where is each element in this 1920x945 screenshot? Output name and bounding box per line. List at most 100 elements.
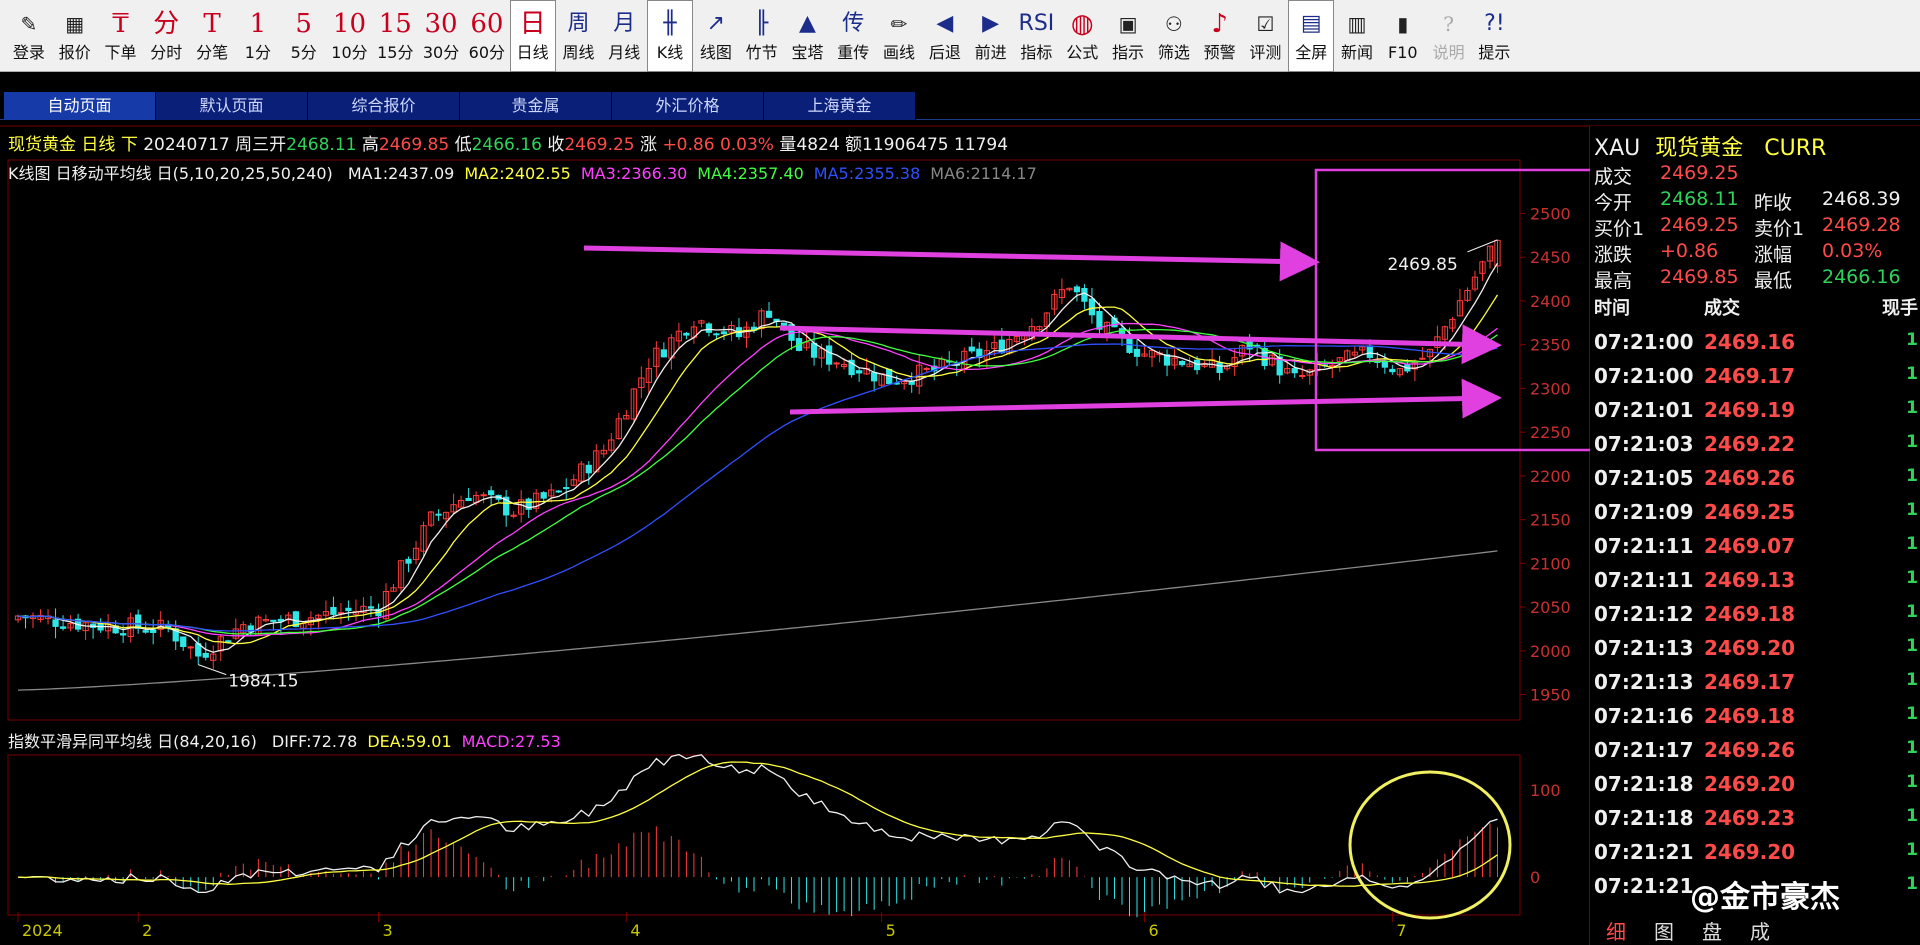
tick-price: 2469.16 bbox=[1704, 330, 1796, 354]
candle-body bbox=[1291, 368, 1298, 374]
ma-item-3: MA4:2357.40 bbox=[697, 164, 804, 183]
tick-price: 2469.07 bbox=[1704, 534, 1796, 558]
ma-legend: K线图 日移动平均线 日(5,10,20,25,50,240) MA1:2437… bbox=[8, 160, 1037, 184]
macd-item-2: MACD:27.53 bbox=[461, 732, 561, 751]
bottom-tab-3[interactable]: 成 bbox=[1750, 916, 1770, 945]
tick-volume: 1 bbox=[1906, 432, 1918, 452]
macd-title: 指数平滑异同平均线 日(84,20,16) bbox=[8, 732, 257, 751]
candle-body bbox=[1381, 361, 1388, 368]
tick-price: 2469.17 bbox=[1704, 364, 1796, 388]
volume-value: 4824 bbox=[796, 135, 840, 155]
candle-body bbox=[135, 614, 142, 629]
tick-header-price: 成交 bbox=[1704, 298, 1740, 319]
x-tick-label: 2 bbox=[142, 921, 152, 940]
ma-item-1: MA2:2402.55 bbox=[464, 164, 571, 183]
quote-panel: XAU 现货黄金 CURR 成交 2469.25 今开 2468.11 昨收 2468.3… bbox=[1590, 126, 1920, 945]
ma-item-0: MA1:2437.09 bbox=[347, 164, 455, 183]
tick-volume: 1 bbox=[1906, 840, 1918, 860]
tick-time: 07:21:17 bbox=[1594, 738, 1694, 762]
candle-body bbox=[345, 607, 352, 612]
tick-time: 07:21:00 bbox=[1594, 364, 1694, 388]
candle-body bbox=[1088, 298, 1096, 316]
y-tick-label: 2150 bbox=[1530, 511, 1571, 530]
x-tick-label: 2024 bbox=[22, 921, 63, 940]
period-label: 日线 bbox=[81, 135, 116, 155]
tick-price: 2469.13 bbox=[1704, 568, 1796, 592]
open-value: 2468.11 bbox=[286, 135, 357, 155]
quote-value: +0.86 bbox=[1660, 240, 1719, 262]
tick-volume: 1 bbox=[1906, 772, 1918, 792]
quote-label: 涨跌 bbox=[1594, 244, 1633, 266]
ma-line-4 bbox=[17, 328, 1498, 635]
tick-time: 07:21:13 bbox=[1594, 670, 1694, 694]
bottom-tab-2[interactable]: 盘 bbox=[1702, 916, 1722, 945]
candle-body bbox=[1081, 288, 1088, 302]
candle-body bbox=[367, 606, 375, 609]
candle-body bbox=[1073, 286, 1081, 293]
bottom-tab-1[interactable]: 图 bbox=[1654, 916, 1674, 945]
quote-label: 最低 bbox=[1754, 270, 1793, 292]
candle-body bbox=[142, 630, 149, 633]
tick-price: 2469.20 bbox=[1704, 840, 1796, 864]
ma-line-1 bbox=[17, 262, 1499, 653]
tick-volume: 1 bbox=[1906, 636, 1918, 656]
quote-value: 0.03% bbox=[1822, 240, 1883, 262]
quote-label: 成交 bbox=[1594, 166, 1633, 188]
ma-title: K线图 日移动平均线 日(5,10,20,25,50,240) bbox=[8, 164, 333, 183]
quote-symbol: XAU bbox=[1594, 136, 1641, 161]
tick-row: 07:21:00 2469.17 1 bbox=[1594, 364, 1920, 398]
tick-header-vol: 现手 bbox=[1882, 298, 1918, 319]
candle-body bbox=[765, 310, 773, 318]
tick-volume: 1 bbox=[1906, 534, 1918, 554]
candle-body bbox=[810, 342, 818, 358]
candle-body bbox=[59, 626, 67, 629]
tick-row: 07:21:00 2469.16 1 bbox=[1594, 330, 1920, 364]
ma-line-5 bbox=[17, 343, 1498, 632]
low-value: 2466.16 bbox=[471, 135, 542, 155]
candle-body bbox=[1419, 357, 1426, 360]
quote-name: 现货黄金 bbox=[1655, 136, 1744, 161]
price-info-line: 现货黄金 日线 下 20240717 周三开2468.11 高2469.85 低… bbox=[8, 130, 1008, 155]
watermark: @金市豪杰 bbox=[1690, 880, 1840, 915]
tick-volume: 1 bbox=[1906, 364, 1918, 384]
ma-item-5: MA6:2114.17 bbox=[930, 164, 1037, 183]
quote-value: 2468.11 bbox=[1660, 188, 1739, 210]
candle-body bbox=[1133, 348, 1141, 357]
quote-code: CURR bbox=[1764, 136, 1827, 161]
candle-body bbox=[270, 619, 277, 622]
tick-volume: 1 bbox=[1906, 704, 1918, 724]
candle-body bbox=[713, 333, 720, 336]
change-label: 涨 bbox=[640, 135, 658, 155]
quote-header: XAU 现货黄金 CURR bbox=[1594, 130, 1826, 162]
high-annotation: 2469.85 bbox=[1387, 255, 1457, 275]
tick-row: 07:21:16 2469.18 1 bbox=[1594, 704, 1920, 738]
tick-price: 2469.20 bbox=[1704, 636, 1796, 660]
bottom-tab-0[interactable]: 细 bbox=[1606, 916, 1626, 945]
tick-row: 07:21:18 2469.23 1 bbox=[1594, 806, 1920, 840]
low-pointer bbox=[198, 664, 227, 676]
x-tick-label: 4 bbox=[630, 921, 640, 940]
quote-label: 涨幅 bbox=[1754, 244, 1793, 266]
candle-body bbox=[1366, 345, 1373, 358]
candle-body bbox=[1389, 368, 1396, 373]
change-value: +0.86 bbox=[662, 135, 715, 155]
y-tick-label: 2200 bbox=[1530, 467, 1571, 486]
candle-body bbox=[720, 331, 728, 335]
macd-dea-line bbox=[17, 761, 1498, 887]
x-tick-label: 5 bbox=[886, 921, 896, 940]
tick-price: 2469.22 bbox=[1704, 432, 1796, 456]
tick-row: 07:21:18 2469.20 1 bbox=[1594, 772, 1920, 806]
date-label: 20240717 bbox=[143, 135, 230, 155]
candle-body bbox=[540, 492, 547, 499]
tick-volume: 1 bbox=[1906, 874, 1918, 894]
x-tick-label: 7 bbox=[1396, 921, 1406, 940]
quote-bottom-tabs: 细图盘成 bbox=[1590, 912, 1920, 945]
candle-body bbox=[150, 629, 157, 633]
candle-body bbox=[1096, 311, 1103, 330]
macd-diff-line bbox=[17, 753, 1498, 894]
tick-price: 2469.26 bbox=[1704, 466, 1796, 490]
candle-body bbox=[555, 490, 562, 493]
candle-body bbox=[480, 494, 487, 497]
ma-line-6 bbox=[17, 550, 1498, 691]
tick-row: 07:21:21 2469.20 1 bbox=[1594, 840, 1920, 874]
